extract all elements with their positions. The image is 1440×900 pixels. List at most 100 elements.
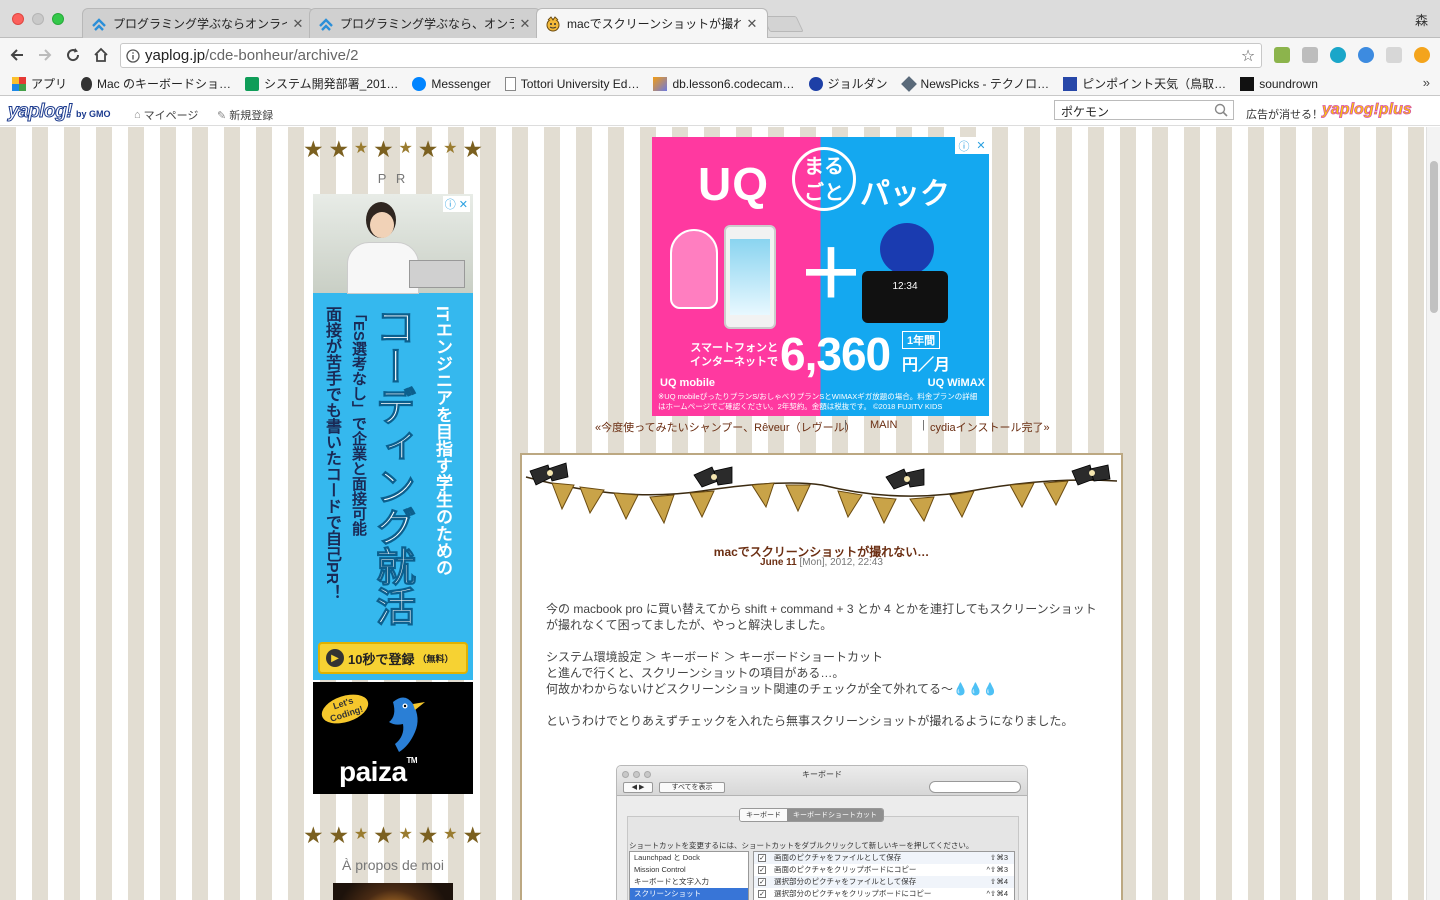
row-shortcut: ⇧⌘3 bbox=[990, 853, 1008, 862]
close-tab-icon[interactable]: ✕ bbox=[291, 16, 305, 32]
yaplog-logo[interactable]: yaplog! bbox=[7, 101, 73, 123]
search-input[interactable]: ポケモン bbox=[1054, 100, 1234, 120]
window-minimize-button[interactable] bbox=[32, 13, 44, 25]
ad-line: 「ES選考なし」で企業と面接可能 bbox=[350, 306, 367, 537]
star-icon: ★ bbox=[328, 136, 350, 162]
bookmark-item[interactable]: db.lesson6.codecam… bbox=[653, 76, 795, 91]
blue-mascot-image bbox=[880, 223, 934, 275]
text-line: システム環境設定 ＞ キーボード ＞ キーボードショートカット bbox=[546, 650, 883, 664]
text-line: と進んで行くと、スクリーンショットの項目がある…。 bbox=[546, 666, 845, 680]
row-shortcut: ⇧⌘4 bbox=[990, 877, 1008, 886]
paiza-name: paiza bbox=[339, 756, 407, 787]
star-icon: ★ bbox=[353, 826, 369, 843]
mypage-label: マイページ bbox=[143, 110, 199, 122]
bookmark-item[interactable]: Messenger bbox=[412, 76, 491, 91]
profile-image[interactable] bbox=[333, 883, 453, 900]
extension-s-icon[interactable] bbox=[1302, 47, 1318, 63]
browser-tab[interactable]: プログラミング学ぶなら、オンライ ✕ bbox=[309, 8, 541, 38]
arrow-left-icon bbox=[10, 49, 23, 61]
cta-note: （無料） bbox=[417, 653, 454, 664]
pink-mascot-image bbox=[670, 229, 718, 309]
url-path: /cde-bonheur/archive/2 bbox=[205, 47, 359, 64]
ad-headline: コーディング就活 bbox=[370, 306, 415, 627]
adchoices-icon[interactable]: ⓘ ✕ bbox=[442, 196, 470, 212]
list-item: Launchpad と Dock bbox=[634, 853, 700, 862]
close-tab-icon[interactable]: ✕ bbox=[518, 16, 532, 32]
forward-button[interactable] bbox=[34, 44, 56, 66]
bookmark-item[interactable]: NewsPicks - テクノロ… bbox=[900, 75, 1049, 92]
cta-label: 10秒で登録 bbox=[348, 651, 415, 667]
adchoices-icon[interactable]: ⓘ ✕ bbox=[955, 137, 989, 154]
bookmark-star-icon[interactable]: ☆ bbox=[1235, 46, 1261, 66]
browser-tab-bar: プログラミング学ぶならオンライン ✕ プログラミング学ぶなら、オンライ ✕ ma… bbox=[0, 0, 1440, 38]
bookmark-item[interactable]: soundrown bbox=[1240, 76, 1318, 91]
bookmark-item[interactable]: アプリ bbox=[12, 75, 67, 92]
star-divider: ★ ★ ★ ★ ★ ★ ★ ★ bbox=[303, 137, 483, 161]
extension-globe-icon[interactable] bbox=[1358, 47, 1374, 63]
shortcut-category-list: Launchpad と Dock Mission Control キーボードと文… bbox=[629, 851, 749, 900]
checkbox-checked-icon: ✓ bbox=[758, 890, 766, 898]
register-label: 新規登録 bbox=[229, 110, 274, 122]
bookmark-label: db.lesson6.codecam… bbox=[672, 76, 795, 91]
shortcut-row: ✓ 選択部分のピクチャをファイルとして保存 ⇧⌘4 bbox=[754, 876, 1014, 888]
profile-name[interactable]: 森 bbox=[1415, 10, 1428, 29]
bookmarks-bar: アプリ Mac のキーボードショ… システム開発部署_201… Messenge… bbox=[0, 72, 1440, 96]
prev-post-link[interactable]: «今度使ってみたいシャンプー、Rêveur（レヴール） bbox=[595, 419, 856, 435]
reload-icon bbox=[67, 48, 80, 62]
extension-icon[interactable] bbox=[1274, 47, 1290, 63]
bookmarks-overflow-button[interactable]: » bbox=[1423, 75, 1430, 90]
ad-disclaimer: ※UQ mobileぴったりプランS/おしゃべりプランSとWIMAXギガ放題の場… bbox=[658, 392, 978, 411]
extension-arrow-icon[interactable] bbox=[1414, 47, 1430, 63]
keyboard-prefs-screenshot[interactable]: キーボード ◀ ▶ すべてを表示 キーボード キーボードショートカット ショート… bbox=[616, 765, 1028, 900]
search-icon[interactable] bbox=[1214, 103, 1228, 117]
page-scrollbar[interactable] bbox=[1426, 127, 1440, 900]
new-tab-button[interactable] bbox=[762, 16, 804, 32]
address-bar[interactable]: yaplog.jp/cde-bonheur/archive/2 ☆ bbox=[120, 43, 1262, 68]
extension-eye-icon[interactable] bbox=[1330, 47, 1346, 63]
close-tab-icon[interactable]: ✕ bbox=[745, 16, 759, 32]
row-label: 画面のピクチャをファイルとして保存 bbox=[774, 853, 902, 862]
mypage-link[interactable]: ⌂ マイページ bbox=[134, 107, 198, 123]
shortcut-row: ✓ 選択部分のピクチャをクリップボードにコピー ^⇧⌘4 bbox=[754, 888, 1014, 900]
bookmark-item[interactable]: ジョルダン bbox=[808, 75, 888, 92]
scrollbar-thumb[interactable] bbox=[1430, 161, 1438, 313]
list-item: Mission Control bbox=[634, 865, 686, 874]
weather-icon bbox=[1063, 76, 1078, 91]
extension-cast-icon[interactable] bbox=[1386, 47, 1402, 63]
bookmark-label: soundrown bbox=[1259, 76, 1318, 91]
bookmark-item[interactable]: システム開発部署_201… bbox=[245, 75, 398, 92]
back-button[interactable] bbox=[6, 44, 28, 66]
home-button[interactable] bbox=[90, 44, 112, 66]
yaplog-plus-logo[interactable]: yaplog!plus bbox=[1322, 101, 1413, 119]
register-link[interactable]: ✎ 新規登録 bbox=[217, 107, 273, 123]
window-zoom-button[interactable] bbox=[52, 13, 64, 25]
yaplog-face-icon bbox=[545, 15, 561, 32]
bookmark-item[interactable]: Tottori University Ed… bbox=[504, 76, 639, 91]
register-cta-button[interactable]: ▶ 10秒で登録 （無料） bbox=[318, 642, 468, 674]
uq-ad[interactable]: ⓘ ✕ UQ まるごと パック ＋ 12:34 スマートフォンと インターネットで… bbox=[652, 137, 989, 416]
ad-unit: 円／月 bbox=[902, 357, 951, 374]
blog-entry: macでスクリーンショットが撮れない… June 11 [Mon], 2012,… bbox=[520, 453, 1123, 900]
info-icon: ⓘ bbox=[958, 140, 970, 153]
bookmark-label: ピンポイント天気（鳥取… bbox=[1082, 77, 1227, 91]
browser-tab-active[interactable]: macでスクリーンショットが撮れな ✕ bbox=[536, 8, 768, 38]
window-close-button[interactable] bbox=[12, 13, 24, 25]
close-icon: ✕ bbox=[976, 140, 986, 152]
reload-button[interactable] bbox=[62, 44, 84, 66]
yaplog-header: yaplog! by GMO ⌂ マイページ ✎ 新規登録 ポケモン 広告が消せる！… bbox=[0, 97, 1440, 126]
info-icon[interactable] bbox=[121, 48, 145, 63]
bookmark-item[interactable]: Mac のキーボードショ… bbox=[81, 75, 231, 92]
next-post-link[interactable]: cydiaインストール完了» bbox=[930, 419, 1050, 435]
shortcut-row: ✓ 画面のピクチャをファイルとして保存 ⇧⌘3 bbox=[754, 852, 1014, 864]
main-link[interactable]: MAIN bbox=[870, 419, 898, 431]
ad-free-label: 広告が消せる！ bbox=[1246, 109, 1323, 121]
paiza-ad[interactable]: ⓘ ✕ ITエンジニアを目指す学生のための コーディング就活 「ES選考なし」で… bbox=[313, 194, 473, 680]
lets-coding-badge: Let's Coding! bbox=[318, 689, 372, 729]
about-title: À propos de moi bbox=[342, 857, 444, 873]
star-icon: ★ bbox=[462, 136, 483, 162]
bookmark-item[interactable]: ピンポイント天気（鳥取… bbox=[1063, 75, 1226, 92]
text-line: 何故かわからないけどスクリーンショット関連のチェックが全て外れてる〜 bbox=[546, 682, 954, 696]
tab-title: プログラミング学ぶなら、オンライ bbox=[340, 17, 514, 31]
browser-tab[interactable]: プログラミング学ぶならオンライン ✕ bbox=[82, 8, 314, 38]
paiza-brand-ad[interactable]: Let's Coding! paizaTM bbox=[313, 682, 473, 794]
